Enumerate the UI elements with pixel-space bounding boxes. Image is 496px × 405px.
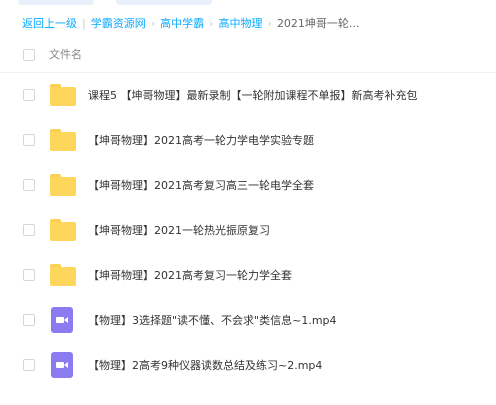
- row-checkbox[interactable]: [23, 269, 35, 281]
- breadcrumb: 返回上一级 | 学霸资源网 › 高中学霸 › 高中物理 › 2021坤哥一轮...: [22, 14, 492, 34]
- folder-icon: [49, 173, 77, 197]
- top-tab-stub[interactable]: [116, 0, 212, 5]
- file-row[interactable]: 课程5 【坤哥物理】最新录制【一轮附加课程不单报】新高考补充包: [0, 73, 496, 118]
- file-row[interactable]: 【坤哥物理】2021高考复习高三一轮电学全套: [0, 163, 496, 208]
- file-name[interactable]: 【坤哥物理】2021高考复习高三一轮电学全套: [88, 163, 314, 208]
- file-name[interactable]: 【坤哥物理】2021高考一轮力学电学实验专题: [88, 118, 314, 163]
- video-file-icon: [49, 352, 77, 378]
- file-row[interactable]: 【物理】3选择题"读不懂、不会求"类信息~1.mp4: [0, 298, 496, 343]
- file-name[interactable]: 【物理】2高考9种仪器读数总结及练习~2.mp4: [88, 343, 322, 388]
- breadcrumb-current: 2021坤哥一轮...: [276, 17, 360, 30]
- top-tab-stub[interactable]: [18, 0, 94, 5]
- row-checkbox[interactable]: [23, 359, 35, 371]
- list-header: 文件名: [0, 38, 496, 73]
- breadcrumb-item-xueba[interactable]: 学霸资源网: [91, 17, 146, 30]
- chevron-right-icon: ›: [150, 17, 156, 30]
- folder-icon: [49, 218, 77, 242]
- folder-icon: [49, 263, 77, 287]
- file-list: 课程5 【坤哥物理】最新录制【一轮附加课程不单报】新高考补充包 【坤哥物理】20…: [0, 73, 496, 388]
- folder-icon: [49, 83, 77, 107]
- select-all-checkbox[interactable]: [23, 49, 35, 61]
- video-file-icon: [49, 307, 77, 333]
- breadcrumb-divider: |: [82, 17, 86, 30]
- file-name[interactable]: 【坤哥物理】2021一轮热光振原复习: [88, 208, 270, 253]
- row-checkbox[interactable]: [23, 179, 35, 191]
- row-checkbox[interactable]: [23, 134, 35, 146]
- file-row[interactable]: 【坤哥物理】2021一轮热光振原复习: [0, 208, 496, 253]
- chevron-right-icon: ›: [267, 17, 272, 30]
- row-checkbox[interactable]: [23, 89, 35, 101]
- file-row[interactable]: 【坤哥物理】2021高考一轮力学电学实验专题: [0, 118, 496, 163]
- back-link[interactable]: 返回上一级: [22, 17, 77, 30]
- row-checkbox[interactable]: [23, 224, 35, 236]
- column-header-filename[interactable]: 文件名: [49, 38, 82, 72]
- folder-icon: [49, 128, 77, 152]
- file-row[interactable]: 【物理】2高考9种仪器读数总结及练习~2.mp4: [0, 343, 496, 388]
- file-name[interactable]: 【物理】3选择题"读不懂、不会求"类信息~1.mp4: [88, 298, 337, 343]
- file-row[interactable]: 【坤哥物理】2021高考复习一轮力学全套: [0, 253, 496, 298]
- breadcrumb-item-physics[interactable]: 高中物理: [219, 17, 263, 30]
- chevron-right-icon: ›: [209, 17, 214, 30]
- top-tab-strip: [0, 0, 496, 8]
- file-name[interactable]: 课程5 【坤哥物理】最新录制【一轮附加课程不单报】新高考补充包: [88, 73, 418, 118]
- file-name[interactable]: 【坤哥物理】2021高考复习一轮力学全套: [88, 253, 292, 298]
- breadcrumb-item-gaozhong[interactable]: 高中学霸: [160, 17, 204, 30]
- row-checkbox[interactable]: [23, 314, 35, 326]
